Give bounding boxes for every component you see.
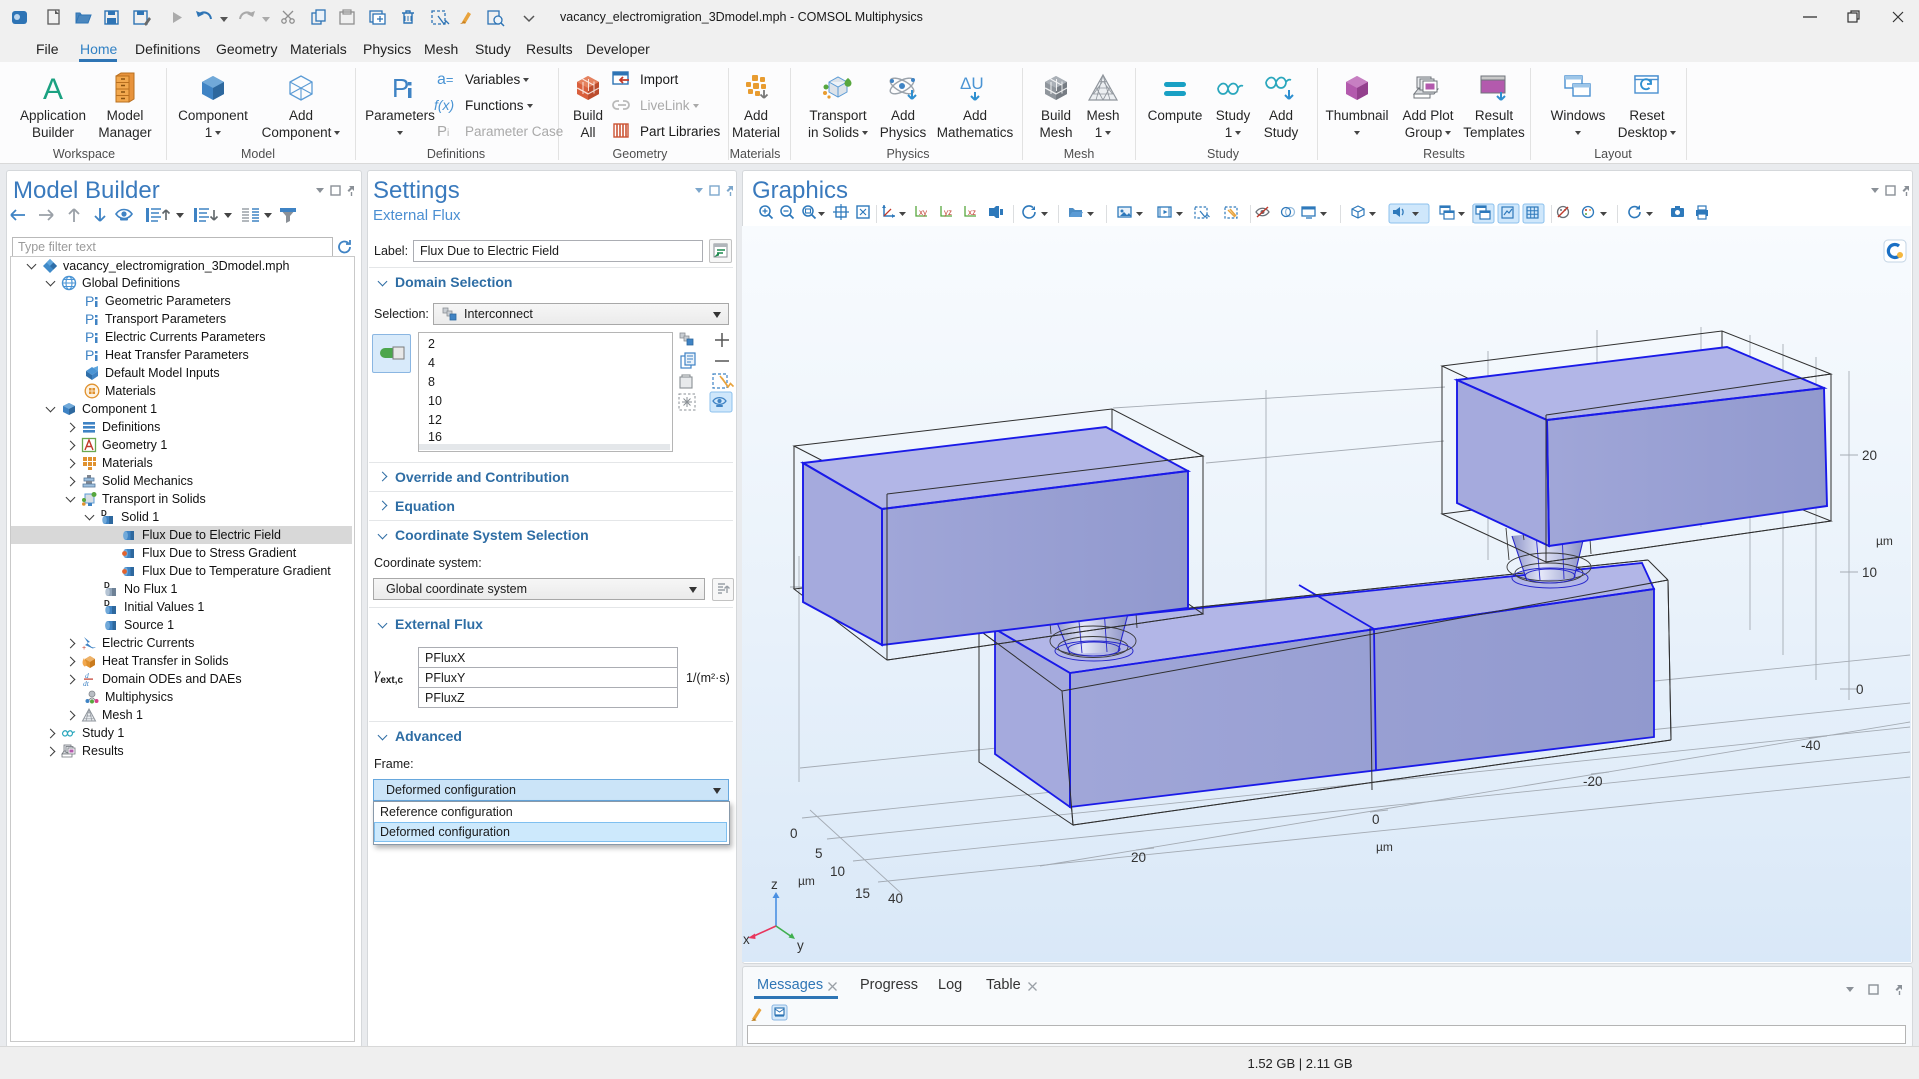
svg-text:0: 0 xyxy=(790,826,798,841)
svg-text:0: 0 xyxy=(1856,682,1864,697)
svg-text:P: P xyxy=(392,73,409,103)
svg-text:A: A xyxy=(43,73,63,104)
svg-text:15: 15 xyxy=(855,886,870,901)
svg-text:10: 10 xyxy=(830,864,845,879)
svg-text:x: x xyxy=(743,932,750,947)
svg-text:P: P xyxy=(85,329,94,345)
svg-text:−: − xyxy=(91,643,96,651)
svg-text:P: P xyxy=(85,293,94,309)
svg-text:µm: µm xyxy=(1876,534,1893,548)
svg-text:+: + xyxy=(82,645,86,651)
svg-text:10: 10 xyxy=(1862,565,1877,580)
svg-text:xy: xy xyxy=(919,208,927,217)
svg-text:yz: yz xyxy=(944,208,952,217)
svg-text:20: 20 xyxy=(1862,448,1877,463)
svg-text:µm: µm xyxy=(1376,840,1393,854)
svg-text:20: 20 xyxy=(1131,850,1146,865)
svg-text:P: P xyxy=(85,311,94,327)
svg-text:µm: µm xyxy=(798,874,815,888)
svg-text:-20: -20 xyxy=(1583,774,1603,789)
svg-text:z: z xyxy=(771,877,778,892)
svg-text:5: 5 xyxy=(815,846,823,861)
svg-text:dt: dt xyxy=(83,679,90,687)
svg-text:0: 0 xyxy=(1372,812,1380,827)
svg-text:ΔU: ΔU xyxy=(960,74,984,93)
svg-text:40: 40 xyxy=(888,891,903,906)
svg-text:-40: -40 xyxy=(1801,738,1821,753)
svg-text:xz: xz xyxy=(968,208,976,217)
svg-text:y: y xyxy=(797,938,804,953)
svg-text:P: P xyxy=(85,347,94,363)
